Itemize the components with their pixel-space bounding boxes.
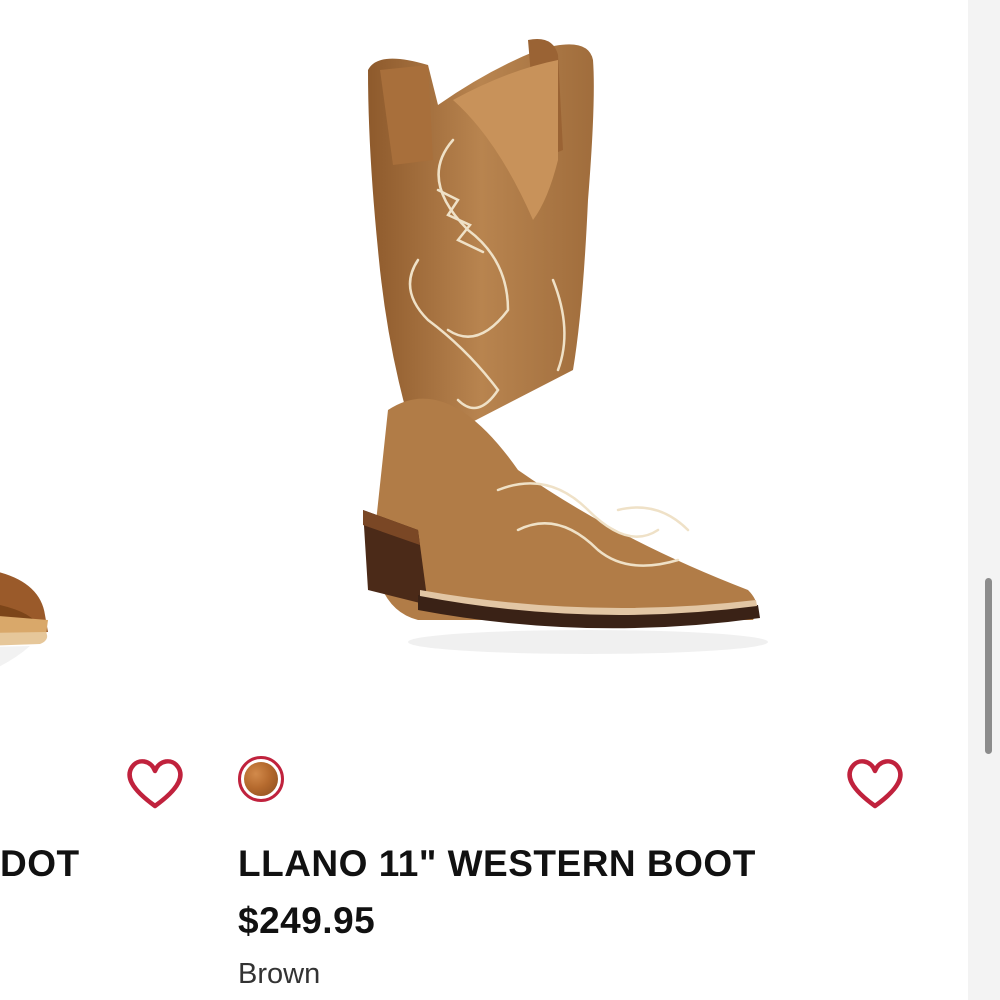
product-price: $249.95 [238,900,376,941]
product-title-left[interactable]: DOT [0,843,100,885]
product-color-name: Brown [238,958,321,990]
product-image-boot[interactable] [358,30,778,670]
product-title[interactable]: LLANO 11" WESTERN BOOT [238,843,756,885]
scrollbar-track[interactable] [968,0,1000,1000]
swatch-leather-texture [244,762,278,796]
product-image-left[interactable] [0,540,60,700]
favorite-heart-icon[interactable] [124,756,186,812]
favorite-heart-icon[interactable] [844,756,906,812]
scrollbar-thumb[interactable] [985,578,992,754]
product-grid-viewport: DOT LLANO 11" WESTERN BOOT $249.95 Brown [0,0,968,1000]
color-swatch-brown[interactable] [238,756,284,802]
